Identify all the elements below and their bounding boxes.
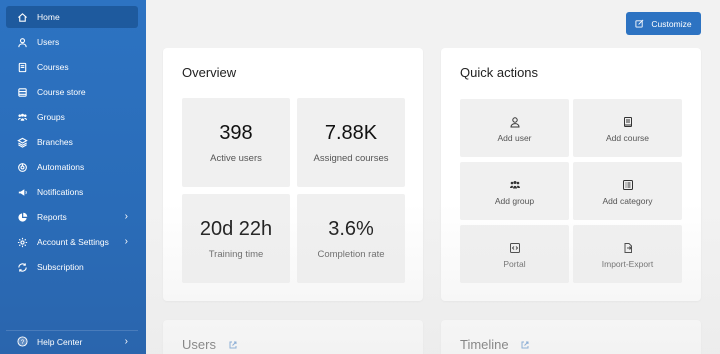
stat-assigned-courses[interactable]: 7.88K Assigned courses — [297, 98, 405, 187]
sidebar-item-notifications[interactable]: Notifications — [6, 181, 138, 203]
help-center-link[interactable]: ? Help Center › — [6, 330, 138, 352]
sidebar-item-label: Reports — [37, 212, 67, 222]
sidebar-item-account-settings[interactable]: Account & Settings › — [6, 231, 138, 253]
portal-button[interactable]: Portal — [460, 225, 569, 283]
external-link-icon[interactable] — [228, 340, 238, 350]
timeline-title: Timeline — [460, 337, 509, 352]
customize-button[interactable]: Customize — [626, 12, 701, 35]
chevron-right-icon: › — [124, 211, 128, 222]
help-center-label: Help Center — [37, 336, 83, 347]
sidebar-item-reports[interactable]: Reports › — [6, 206, 138, 228]
sidebar-item-label: Branches — [37, 137, 73, 147]
book-icon — [621, 115, 635, 129]
users-card: Users — [163, 320, 423, 354]
stat-label: Assigned courses — [313, 153, 389, 164]
external-link-icon[interactable] — [520, 340, 530, 350]
home-icon — [16, 11, 28, 23]
sidebar-item-course-store[interactable]: Course store — [6, 81, 138, 103]
svg-text:?: ? — [20, 339, 24, 346]
sidebar-item-courses[interactable]: Courses — [6, 56, 138, 78]
quick-action-label: Add user — [497, 133, 532, 143]
sidebar-item-label: Notifications — [37, 187, 84, 197]
quick-action-label: Add course — [606, 133, 649, 143]
quick-action-label: Add group — [494, 196, 535, 206]
sidebar-item-subscription[interactable]: Subscription — [6, 256, 138, 278]
layers-icon — [16, 136, 28, 148]
add-category-button[interactable]: Add category — [573, 162, 682, 220]
users-title: Users — [182, 337, 216, 352]
stat-active-users[interactable]: 398 Active users — [182, 98, 290, 187]
user-icon — [508, 115, 522, 129]
timeline-card: Timeline — [441, 320, 701, 354]
group-icon — [16, 111, 28, 123]
stat-label: Active users — [210, 153, 262, 164]
book-icon — [16, 61, 28, 73]
sidebar-item-label: Account & Settings — [37, 237, 109, 247]
refresh-icon — [16, 261, 28, 273]
add-course-button[interactable]: Add course — [573, 99, 682, 157]
quick-actions-title: Quick actions — [460, 65, 539, 80]
list-icon — [621, 178, 635, 192]
user-icon — [16, 36, 28, 48]
sidebar: Home Users Courses Course store Groups B… — [0, 0, 146, 354]
add-group-button[interactable]: Add group — [460, 162, 569, 220]
help-icon: ? — [16, 336, 28, 348]
chevron-right-icon: › — [124, 336, 128, 347]
chevron-right-icon: › — [124, 236, 128, 247]
edit-icon — [635, 19, 644, 28]
sidebar-item-label: Groups — [37, 112, 65, 122]
sidebar-nav: Home Users Courses Course store Groups B… — [0, 0, 146, 278]
import-export-button[interactable]: Import-Export — [573, 225, 682, 283]
automation-icon — [16, 161, 28, 173]
import-export-icon — [621, 241, 635, 255]
stat-label: Training time — [208, 249, 264, 260]
quick-action-label: Import-Export — [601, 259, 654, 269]
stat-training-time[interactable]: 20d 22h Training time — [182, 194, 290, 283]
pie-chart-icon — [16, 211, 28, 223]
sidebar-item-label: Courses — [37, 62, 69, 72]
stat-label: Completion rate — [317, 249, 385, 260]
store-icon — [16, 86, 28, 98]
sidebar-item-label: Home — [37, 12, 60, 22]
stat-value: 398 — [219, 122, 253, 144]
stat-value: 3.6% — [328, 218, 374, 240]
megaphone-icon — [16, 186, 28, 198]
add-user-button[interactable]: Add user — [460, 99, 569, 157]
overview-card: Overview 398 Active users 7.88K Assigned… — [163, 48, 423, 301]
code-icon — [508, 241, 522, 255]
stat-value: 7.88K — [324, 122, 378, 144]
users-card-title: Users — [182, 337, 238, 352]
quick-actions-card: Quick actions Add user Add course Add gr… — [441, 48, 701, 301]
quick-action-label: Add category — [602, 196, 653, 206]
timeline-card-title: Timeline — [460, 337, 530, 352]
sidebar-item-label: Automations — [37, 162, 85, 172]
overview-title: Overview — [182, 65, 237, 80]
sidebar-item-label: Users — [37, 37, 60, 47]
sidebar-item-automations[interactable]: Automations — [6, 156, 138, 178]
sidebar-item-home[interactable]: Home — [6, 6, 138, 28]
sidebar-item-branches[interactable]: Branches — [6, 131, 138, 153]
customize-label: Customize — [651, 18, 692, 29]
gear-icon — [16, 236, 28, 248]
sidebar-item-users[interactable]: Users — [6, 31, 138, 53]
stat-completion-rate[interactable]: 3.6% Completion rate — [297, 194, 405, 283]
group-icon — [508, 178, 522, 192]
stat-value: 20d 22h — [199, 218, 273, 240]
sidebar-item-groups[interactable]: Groups — [6, 106, 138, 128]
sidebar-item-label: Course store — [37, 87, 86, 97]
quick-action-label: Portal — [503, 259, 526, 269]
sidebar-item-label: Subscription — [37, 262, 84, 272]
